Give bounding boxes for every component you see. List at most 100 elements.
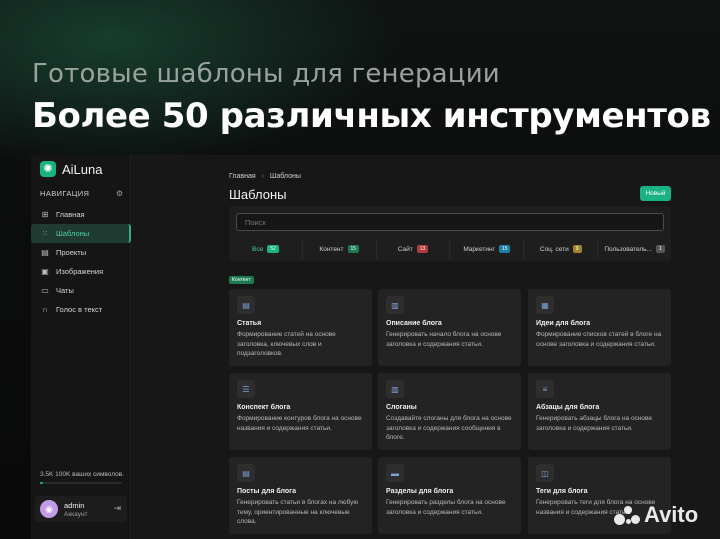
sidebar-item-label: Изображения — [56, 267, 104, 276]
category-tabs: Все 52 Контент 15 Сайт 13 Маркетинг 15 С… — [229, 239, 671, 259]
tab-count-badge: 15 — [498, 245, 511, 253]
document-icon: ▤ — [237, 464, 255, 482]
search-input[interactable] — [236, 213, 664, 231]
headphones-icon: ∩ — [42, 305, 48, 314]
sidebar-item-chats[interactable]: ▭ Чаты — [31, 281, 131, 300]
usage-meter: 3.5K 100K ваших символов. — [40, 471, 125, 484]
avatar: ◉ — [40, 500, 58, 518]
new-button[interactable]: Новый — [640, 186, 671, 201]
sidebar-item-home[interactable]: ⊞ Главная — [31, 205, 131, 224]
user-card[interactable]: ◉ admin Аккаунт ⇥ — [35, 496, 127, 522]
template-card[interactable]: ▤ Посты для блога Генерировать статьи в … — [229, 457, 372, 534]
grid-icon: ⊞ — [41, 210, 49, 219]
card-title: Слоганы — [386, 404, 417, 411]
user-info: admin Аккаунт — [64, 501, 88, 518]
section-badge: Контент — [229, 276, 254, 284]
settings-icon[interactable]: ⚙ — [116, 189, 123, 198]
avito-watermark-text: Avito — [644, 502, 699, 527]
sections-icon: ▬ — [386, 464, 404, 482]
tab-all[interactable]: Все 52 — [229, 239, 303, 259]
list-icon: ☰ — [237, 380, 255, 398]
card-description: Генерировать статьи в блогах на любую те… — [237, 499, 359, 525]
card-description: Формирование списков статей в блоге на о… — [536, 331, 662, 348]
card-title: Описание блога — [386, 320, 442, 327]
usage-text: 3.5K 100K ваших символов. — [40, 471, 125, 478]
nav-list: ⊞ Главная ⁙ Шаблоны ▤ Проекты ▣ Изображе… — [31, 205, 131, 319]
card-description: Формирование контуров блога на основе на… — [237, 415, 362, 432]
template-card[interactable]: ▥ Слоганы Создавайте слоганы для блога н… — [378, 373, 521, 450]
paragraph-icon: ≡ — [536, 380, 554, 398]
brand-name: AiLuna — [62, 161, 103, 177]
openai-icon: ✺ — [40, 161, 56, 177]
sidebar-item-voice[interactable]: ∩ Голос в текст — [31, 300, 131, 319]
template-card[interactable]: ▥ Описание блога Генерировать начало бло… — [378, 289, 521, 366]
tab-label: Контент — [319, 245, 344, 253]
image-icon: ▣ — [41, 267, 49, 276]
template-card[interactable]: ▦ Идеи для блога Формирование списков ст… — [528, 289, 671, 366]
article-icon: ▥ — [386, 296, 404, 314]
sidebar-item-label: Проекты — [56, 248, 87, 257]
hero-title: Более 50 различных инструментов — [32, 96, 711, 136]
sidebar-item-label: Шаблоны — [56, 229, 90, 238]
tab-site[interactable]: Сайт 13 — [377, 239, 451, 259]
tab-count-badge: 9 — [572, 245, 582, 253]
folder-icon: ▤ — [41, 248, 49, 257]
card-title: Теги для блога — [536, 488, 588, 495]
nav-header: НАВИГАЦИЯ ⚙ — [40, 189, 123, 198]
template-card[interactable]: ☰ Конспект блога Формирование контуров б… — [229, 373, 372, 450]
chat-icon: ▭ — [41, 286, 49, 295]
card-title: Идеи для блога — [536, 320, 591, 327]
sidebar-item-templates[interactable]: ⁙ Шаблоны — [31, 224, 131, 243]
breadcrumb-home[interactable]: Главная — [229, 173, 256, 180]
card-description: Создавайте слоганы для блога на основе з… — [386, 415, 512, 441]
usage-bar — [40, 482, 122, 484]
sidebar-item-label: Главная — [56, 210, 85, 219]
tab-count-badge: 15 — [347, 245, 360, 253]
card-description: Генерировать разделы блога на основе заг… — [386, 499, 506, 516]
nav-header-label: НАВИГАЦИЯ — [40, 189, 90, 198]
card-title: Абзацы для блога — [536, 404, 600, 411]
sidebar-item-label: Чаты — [56, 286, 74, 295]
tab-user[interactable]: Пользователь... 1 — [598, 239, 671, 259]
tab-label: Сайт — [397, 245, 413, 253]
card-title: Разделы для блога — [386, 488, 454, 495]
card-title: Посты для блога — [237, 488, 296, 495]
breadcrumb-current: Шаблоны — [269, 173, 301, 180]
app-window: ✺ AiLuna НАВИГАЦИЯ ⚙ ⊞ Главная ⁙ Шаблоны… — [31, 155, 720, 539]
template-card[interactable]: ▤ Статья Формирование статей на основе з… — [229, 289, 372, 366]
sidebar: ✺ AiLuna НАВИГАЦИЯ ⚙ ⊞ Главная ⁙ Шаблоны… — [31, 155, 131, 539]
card-title: Статья — [237, 320, 262, 327]
usage-bar-fill — [40, 482, 43, 484]
logout-icon[interactable]: ⇥ — [113, 503, 121, 514]
document-icon: ▤ — [237, 296, 255, 314]
brand[interactable]: ✺ AiLuna — [40, 161, 102, 177]
template-card[interactable]: ▬ Разделы для блога Генерировать разделы… — [378, 457, 521, 534]
breadcrumb-separator: › — [261, 173, 264, 180]
tab-label: Маркетинг — [463, 245, 495, 253]
page-title: Шаблоны — [229, 187, 287, 202]
card-description: Генерировать начало блога на основе заго… — [386, 331, 502, 348]
sidebar-item-label: Голос в текст — [56, 305, 103, 314]
tab-label: Пользователь... — [604, 245, 652, 253]
tab-marketing[interactable]: Маркетинг 15 — [450, 239, 525, 259]
tab-social[interactable]: Соц. сети 9 — [524, 239, 599, 259]
card-description: Формирование статей на основе заголовка,… — [237, 331, 336, 357]
card-title: Конспект блога — [237, 404, 291, 411]
ideas-icon: ▦ — [536, 296, 554, 314]
avito-logo-icon — [614, 504, 640, 526]
template-card[interactable]: ≡ Абзацы для блога Генерировать абзацы б… — [528, 373, 671, 450]
tab-count-badge: 13 — [416, 245, 429, 253]
user-name: admin — [64, 500, 85, 510]
main-content: Главная › Шаблоны Шаблоны Новый Все 52 К… — [131, 155, 720, 539]
sidebar-item-images[interactable]: ▣ Изображения — [31, 262, 131, 281]
sidebar-item-projects[interactable]: ▤ Проекты — [31, 243, 131, 262]
tab-label: Все — [252, 245, 264, 253]
user-role: Аккаунт — [64, 510, 88, 518]
tag-icon: ◫ — [536, 464, 554, 482]
apps-icon: ⁙ — [41, 229, 49, 238]
tab-count-badge: 1 — [655, 245, 665, 253]
card-description: Генерировать абзацы блога на основе заго… — [536, 415, 653, 432]
article-icon: ▥ — [386, 380, 404, 398]
breadcrumb: Главная › Шаблоны — [229, 173, 301, 180]
tab-content[interactable]: Контент 15 — [303, 239, 377, 259]
